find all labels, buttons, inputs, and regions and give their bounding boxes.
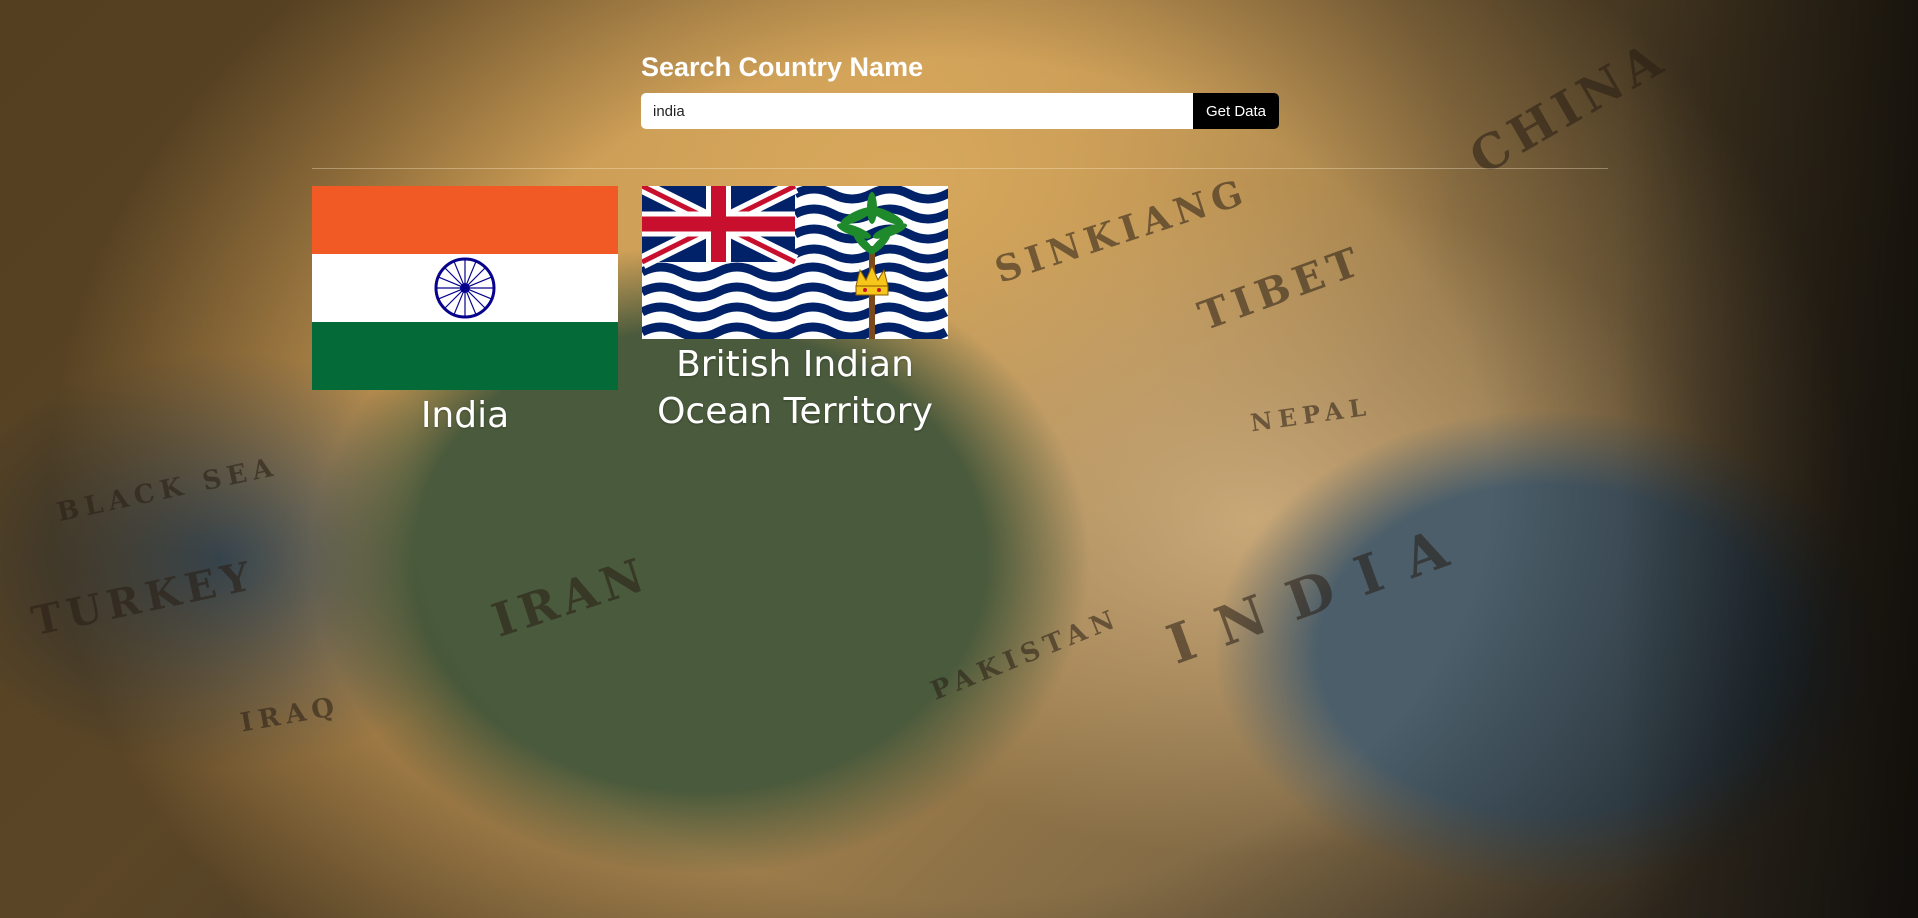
search-section: Search Country Name Get Data bbox=[641, 52, 1279, 129]
map-label: TURKEY bbox=[27, 551, 261, 646]
british-indian-ocean-territory-flag-icon bbox=[642, 186, 948, 339]
map-label: IRAQ bbox=[238, 691, 343, 739]
map-label: TIBET bbox=[1192, 236, 1371, 341]
country-card-india: India bbox=[312, 186, 618, 439]
background-globe-map: TURKEY IRAN TIBET INDIA PAKISTAN BLACK S… bbox=[0, 0, 1918, 918]
background-shadow bbox=[1618, 0, 1918, 918]
map-label: SINKIANG bbox=[989, 170, 1254, 292]
country-name: India bbox=[420, 395, 510, 436]
get-data-button[interactable]: Get Data bbox=[1193, 93, 1279, 129]
divider bbox=[312, 168, 1608, 169]
map-label: PAKISTAN bbox=[926, 603, 1125, 707]
map-label: INDIA bbox=[1158, 507, 1480, 677]
search-title: Search Country Name bbox=[641, 52, 924, 82]
country-name: British Indian Ocean Territory bbox=[657, 344, 933, 432]
search-row: Get Data bbox=[641, 93, 1279, 129]
map-label: NEPAL bbox=[1248, 391, 1374, 438]
country-card-british-indian-ocean-territory: British Indian Ocean Territory bbox=[642, 186, 948, 435]
map-label: BLACK SEA bbox=[54, 451, 282, 529]
map-label: IRAN bbox=[485, 546, 656, 648]
india-flag-icon bbox=[312, 186, 618, 390]
country-search-input[interactable] bbox=[641, 93, 1193, 129]
